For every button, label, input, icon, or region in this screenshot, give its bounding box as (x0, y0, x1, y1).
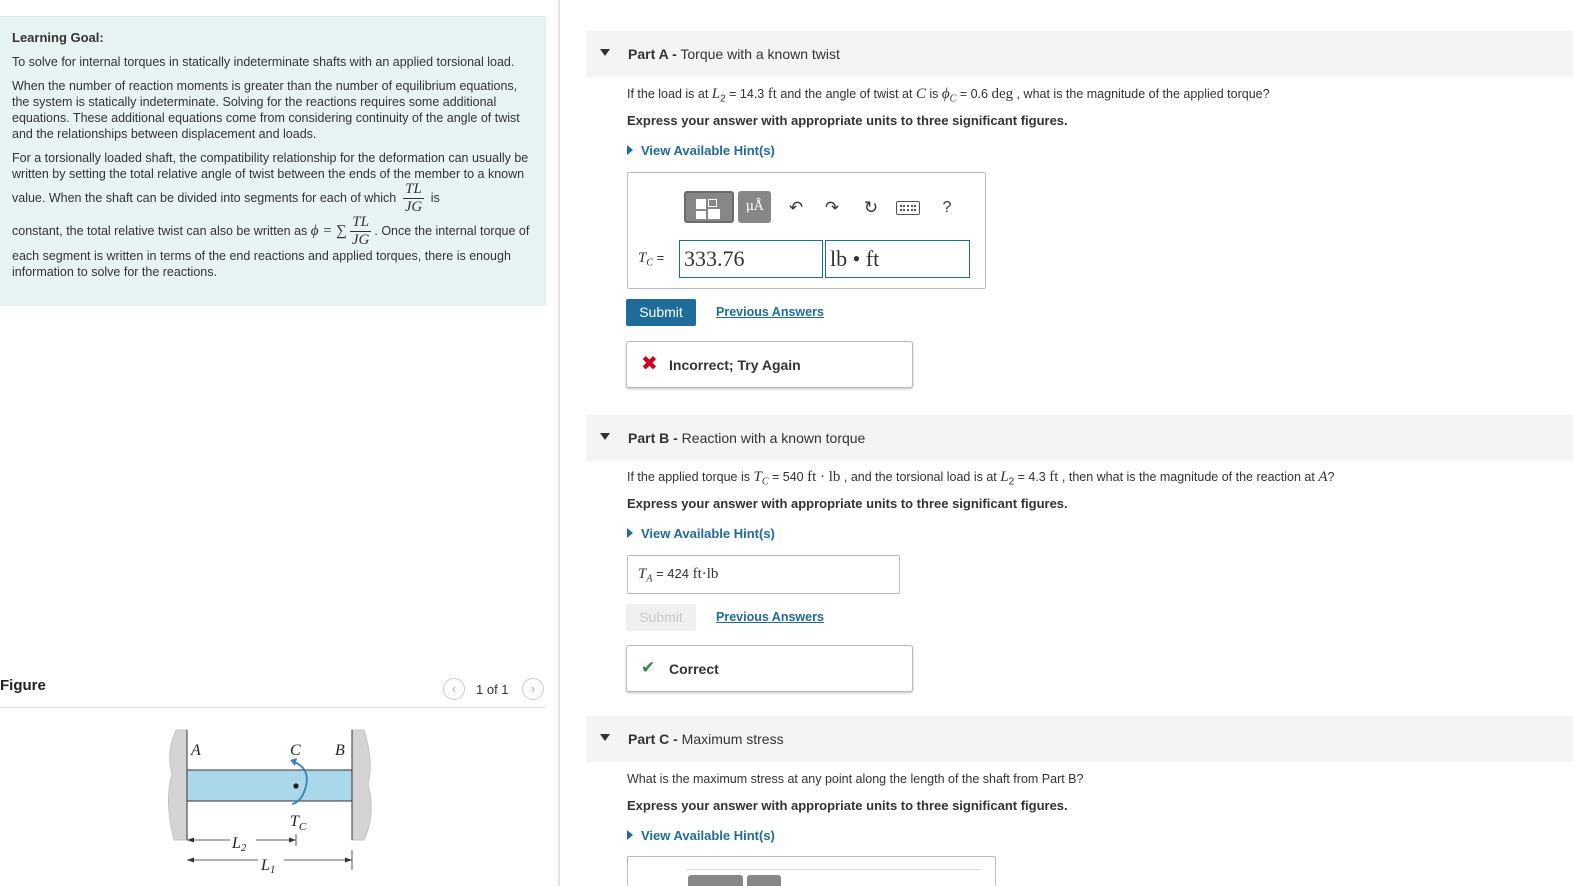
caret-down-icon (600, 734, 610, 741)
units-button[interactable]: μÅ (738, 191, 771, 223)
caret-right-icon (627, 528, 633, 538)
figure-pager: 1 of 1 (476, 682, 509, 697)
template-icon (696, 199, 706, 209)
part-b-feedback: ✔ Correct (626, 645, 913, 692)
part-b-header[interactable]: Part B - Reaction with a known torque (586, 415, 1573, 461)
figure-header: Figure ‹ 1 of 1 › (0, 672, 546, 708)
torque-arrowhead (290, 758, 297, 766)
toolbar-divider (686, 869, 981, 870)
part-a-feedback-text: Incorrect; Try Again (669, 357, 801, 373)
part-a-input-label: TC = (638, 250, 665, 269)
learning-goal-box: Learning Goal: To solve for internal tor… (0, 16, 546, 306)
right-wall (351, 729, 372, 841)
incorrect-x-icon: ✖ (641, 353, 658, 375)
pane-divider[interactable] (558, 0, 560, 886)
figure-title: Figure (0, 677, 46, 694)
label-b: B (335, 742, 345, 759)
keyboard-keys (900, 205, 916, 211)
template-icon-part (696, 211, 706, 219)
part-b-question: If the applied torque is TC = 540 ft · l… (627, 469, 1335, 488)
part-c-question: What is the maximum stress at any point … (627, 772, 1084, 786)
left-wall (167, 729, 188, 841)
template-button[interactable] (684, 191, 734, 223)
part-a-feedback: ✖ Incorrect; Try Again (626, 341, 913, 388)
part-a-instruction: Express your answer with appropriate uni… (627, 113, 1068, 128)
part-c-answer-box (627, 856, 996, 886)
part-a-title: Part A - Torque with a known twist (628, 46, 840, 62)
chevron-right-icon: › (530, 681, 536, 696)
phi-sum-equation: ϕ = ∑ (310, 222, 347, 239)
paragraph-2-text-b: is (430, 190, 440, 205)
value-input[interactable]: 333.76 (679, 240, 823, 278)
part-c-title: Part C - Maximum stress (628, 731, 784, 747)
caret-down-icon (600, 433, 610, 440)
learning-goal-paragraph-2: For a torsionally loaded shaft, the comp… (12, 150, 534, 280)
checkmark-icon: ✔ (641, 658, 656, 677)
part-b-submit-button: Submit (626, 604, 696, 631)
dim-l1-arrow-right (345, 857, 352, 863)
unit-input[interactable]: lb • ft (825, 240, 970, 278)
dim-l2-arrow-left (187, 837, 194, 843)
part-b-answer: TA = 424 ft·lb (638, 566, 719, 585)
shaft (186, 769, 353, 802)
dim-l1-arrow-left (187, 857, 194, 863)
undo-icon[interactable]: ↶ (785, 197, 807, 219)
units-button[interactable] (747, 875, 781, 886)
math-toolbar: μÅ ↶ ↷ ↻ ? (678, 189, 958, 227)
part-b-feedback-text: Correct (669, 661, 719, 677)
part-a-answer-box: μÅ ↶ ↷ ↻ ? TC = 333.76 lb • ft (627, 172, 986, 289)
label-a: A (190, 742, 201, 759)
tl-over-jg-fraction: TL JG (402, 181, 425, 215)
tl-over-jg-sum-fraction: TL JG (349, 214, 372, 248)
shaft-figure: A C B TC L2 L1 (167, 729, 372, 876)
caret-right-icon (627, 830, 633, 840)
paragraph-2-text-a: For a torsionally loaded shaft, the comp… (12, 151, 529, 205)
part-b-instruction: Express your answer with appropriate uni… (627, 496, 1068, 511)
part-a-submit-button[interactable]: Submit (626, 299, 696, 326)
figure-next-button[interactable]: › (522, 678, 544, 700)
learning-goal-title: Learning Goal: (12, 30, 104, 45)
problem-pane: Learning Goal: To solve for internal tor… (0, 0, 558, 886)
load-point (293, 783, 299, 789)
learning-goal-paragraph-1: When the number of reaction moments is g… (12, 79, 520, 141)
paragraph-2-text-c: constant, the total relative twist can a… (12, 223, 308, 238)
reset-icon[interactable]: ↻ (860, 197, 882, 219)
part-a-question: If the load is at L2 = 14.3 ft and the a… (627, 86, 1270, 105)
part-a-previous-answers-link[interactable]: Previous Answers (716, 305, 824, 319)
part-b-hint-link[interactable]: View Available Hint(s) (627, 526, 775, 541)
part-c-header[interactable]: Part C - Maximum stress (586, 716, 1573, 762)
part-c-instruction: Express your answer with appropriate uni… (627, 798, 1068, 813)
template-icon-part (708, 209, 720, 219)
caret-down-icon (600, 49, 610, 56)
part-b-title: Part B - Reaction with a known torque (628, 430, 866, 446)
keyboard-icon[interactable] (896, 201, 920, 215)
label-c: C (290, 742, 301, 759)
template-button[interactable] (688, 875, 743, 886)
template-icon-part (708, 199, 717, 207)
part-b-previous-answers-link[interactable]: Previous Answers (716, 610, 824, 624)
redo-icon[interactable]: ↷ (821, 197, 843, 219)
help-button[interactable]: ? (936, 197, 958, 219)
chevron-left-icon: ‹ (451, 681, 457, 696)
part-c-hint-link[interactable]: View Available Hint(s) (627, 828, 775, 843)
label-tc: TC (290, 813, 307, 833)
figure-prev-button[interactable]: ‹ (443, 678, 465, 700)
dim-l2-arrow-right (289, 837, 296, 843)
caret-right-icon (627, 145, 633, 155)
part-b-answer-box: TA = 424 ft·lb (627, 555, 900, 594)
learning-goal-intro: To solve for internal torques in statica… (12, 55, 515, 69)
part-a-header[interactable]: Part A - Torque with a known twist (586, 31, 1573, 77)
part-a-hint-link[interactable]: View Available Hint(s) (627, 143, 775, 158)
